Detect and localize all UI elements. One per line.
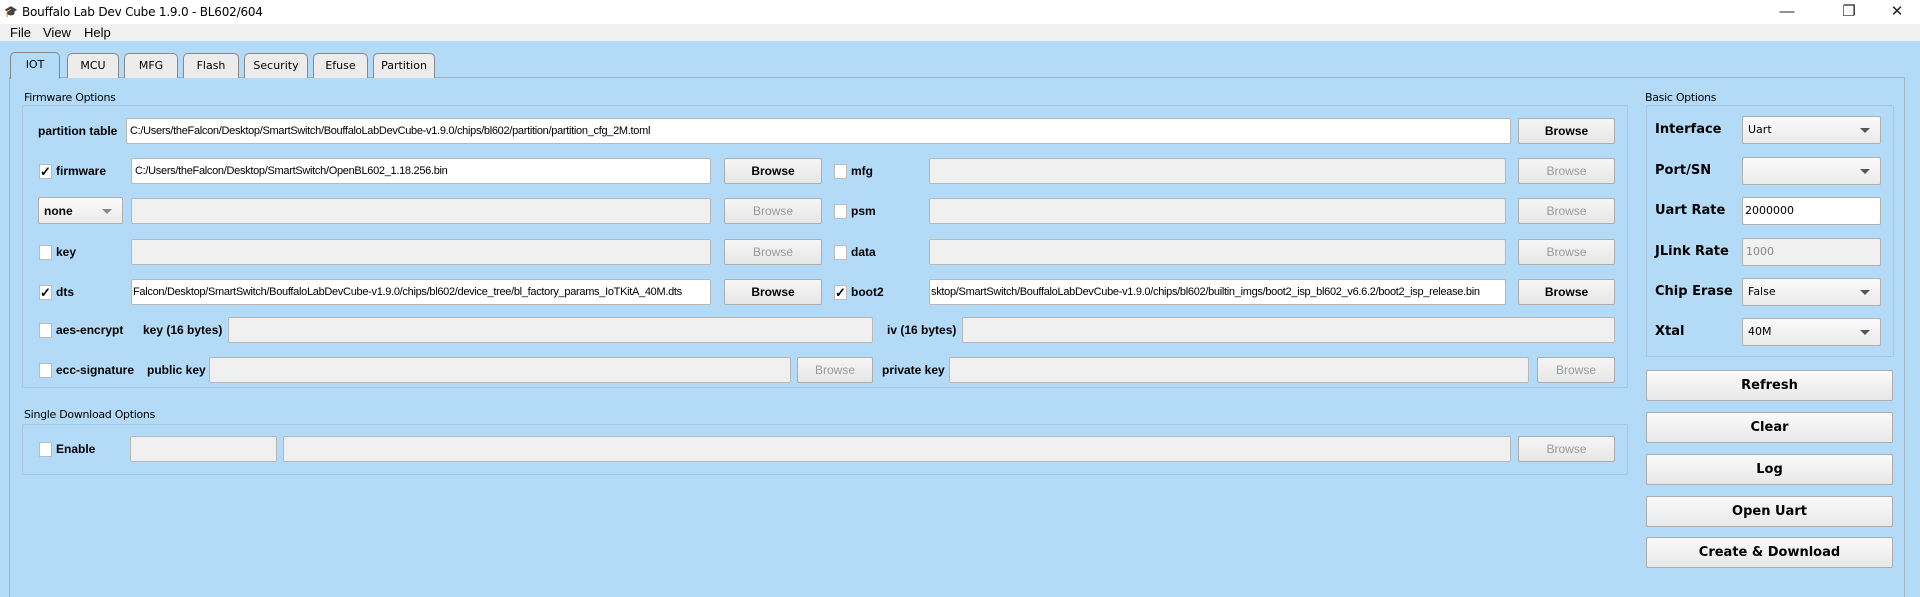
- public-key-input[interactable]: [209, 357, 791, 383]
- chip-erase-value: False: [1748, 285, 1776, 298]
- dts-browse-button[interactable]: Browse: [724, 279, 822, 305]
- single-download-enable-checkbox[interactable]: [39, 442, 52, 457]
- tab-partition[interactable]: Partition: [373, 53, 435, 78]
- public-key-browse-button[interactable]: Browse: [797, 357, 873, 383]
- mfg-browse-button[interactable]: Browse: [1518, 158, 1615, 184]
- tab-efuse[interactable]: Efuse: [313, 53, 368, 78]
- xtal-select[interactable]: 40M: [1742, 318, 1881, 346]
- private-key-browse-button[interactable]: Browse: [1537, 357, 1615, 383]
- psm-checkbox[interactable]: [834, 204, 847, 219]
- aes-key-label: key (16 bytes): [143, 323, 223, 337]
- menu-bar: File View Help: [0, 24, 1920, 41]
- menu-view[interactable]: View: [43, 25, 71, 40]
- aes-iv-input[interactable]: [962, 317, 1615, 343]
- jlink-rate-label: JLink Rate: [1655, 244, 1729, 259]
- interface-value: Uart: [1748, 123, 1772, 136]
- firmware-label: firmware: [56, 164, 107, 178]
- mfg-input[interactable]: [929, 158, 1506, 184]
- port-label: Port/SN: [1655, 163, 1712, 178]
- chevron-down-icon: [102, 209, 112, 214]
- tab-mcu[interactable]: MCU: [67, 53, 119, 78]
- single-download-browse-button[interactable]: Browse: [1518, 436, 1615, 462]
- encrypt-browse-button[interactable]: Browse: [724, 198, 822, 224]
- create-download-button[interactable]: Create & Download: [1646, 537, 1893, 568]
- chevron-down-icon: [1860, 330, 1870, 335]
- graduation-cap-icon: 🎓: [4, 6, 18, 18]
- single-download-address-input[interactable]: [130, 436, 277, 462]
- dts-input[interactable]: Falcon/Desktop/SmartSwitch/BouffaloLabDe…: [131, 279, 711, 305]
- xtal-value: 40M: [1748, 325, 1772, 338]
- refresh-button[interactable]: Refresh: [1646, 370, 1893, 401]
- aes-encrypt-checkbox[interactable]: [39, 323, 52, 338]
- minimize-button[interactable]: —: [1764, 0, 1810, 24]
- jlink-rate-input[interactable]: 1000: [1742, 238, 1881, 266]
- key-input[interactable]: [131, 239, 711, 265]
- firmware-browse-button[interactable]: Browse: [724, 158, 822, 184]
- window-title: Bouffalo Lab Dev Cube 1.9.0 - BL602/604: [22, 5, 263, 19]
- chip-erase-label: Chip Erase: [1655, 284, 1733, 299]
- private-key-label: private key: [882, 363, 945, 377]
- mfg-label: mfg: [851, 164, 873, 178]
- key-checkbox[interactable]: [39, 245, 52, 260]
- mfg-checkbox[interactable]: [834, 164, 847, 179]
- port-select[interactable]: [1742, 157, 1881, 185]
- open-uart-button[interactable]: Open Uart: [1646, 496, 1893, 527]
- tab-security[interactable]: Security: [244, 53, 308, 78]
- public-key-label: public key: [147, 363, 206, 377]
- key-browse-button[interactable]: Browse: [724, 239, 822, 265]
- restore-button[interactable]: ❐: [1826, 0, 1872, 24]
- firmware-options-title: Firmware Options: [24, 91, 116, 104]
- chevron-down-icon: [1860, 128, 1870, 133]
- boot2-checkbox[interactable]: ✓: [834, 285, 847, 300]
- encrypt-file-input[interactable]: [131, 198, 711, 224]
- interface-select[interactable]: Uart: [1742, 116, 1881, 144]
- data-checkbox[interactable]: [834, 245, 847, 260]
- private-key-input[interactable]: [949, 357, 1529, 383]
- tab-mfg[interactable]: MFG: [124, 53, 178, 78]
- boot2-input[interactable]: sktop/SmartSwitch/BouffaloLabDevCube-v1.…: [929, 279, 1506, 305]
- menu-help[interactable]: Help: [84, 25, 111, 40]
- firmware-input[interactable]: C:/Users/theFalcon/Desktop/SmartSwitch/O…: [131, 158, 711, 184]
- firmware-checkbox[interactable]: ✓: [39, 164, 52, 179]
- partition-table-input[interactable]: C:/Users/theFalcon/Desktop/SmartSwitch/B…: [126, 118, 1511, 144]
- boot2-label: boot2: [851, 285, 884, 299]
- chevron-down-icon: [1860, 169, 1870, 174]
- dts-label: dts: [56, 285, 74, 299]
- data-label: data: [851, 245, 876, 259]
- encrypt-type-select[interactable]: none: [38, 197, 123, 224]
- aes-iv-label: iv (16 bytes): [887, 323, 957, 337]
- single-download-file-input[interactable]: [283, 436, 1511, 462]
- clear-button[interactable]: Clear: [1646, 412, 1893, 443]
- menu-file[interactable]: File: [10, 25, 31, 40]
- aes-encrypt-label: aes-encrypt: [56, 323, 124, 337]
- interface-label: Interface: [1655, 122, 1722, 137]
- psm-input[interactable]: [929, 198, 1506, 224]
- uart-rate-label: Uart Rate: [1655, 203, 1726, 218]
- single-download-title: Single Download Options: [24, 408, 156, 421]
- aes-key-input[interactable]: [228, 317, 873, 343]
- chevron-down-icon: [1860, 290, 1870, 295]
- chip-erase-select[interactable]: False: [1742, 278, 1881, 306]
- psm-browse-button[interactable]: Browse: [1518, 198, 1615, 224]
- single-download-enable-label: Enable: [56, 442, 96, 456]
- data-input[interactable]: [929, 239, 1506, 265]
- boot2-browse-button[interactable]: Browse: [1518, 279, 1615, 305]
- data-browse-button[interactable]: Browse: [1518, 239, 1615, 265]
- partition-table-browse-button[interactable]: Browse: [1518, 118, 1615, 144]
- partition-table-label: partition table: [38, 124, 118, 138]
- encrypt-type-value: none: [44, 204, 73, 218]
- xtal-label: Xtal: [1655, 324, 1685, 339]
- tab-iot[interactable]: IOT: [10, 52, 60, 79]
- dts-checkbox[interactable]: ✓: [39, 285, 52, 300]
- uart-rate-input[interactable]: 2000000: [1742, 197, 1881, 225]
- title-bar: 🎓 Bouffalo Lab Dev Cube 1.9.0 - BL602/60…: [0, 0, 1920, 24]
- close-button[interactable]: ✕: [1874, 0, 1920, 24]
- key-label: key: [56, 245, 77, 259]
- log-button[interactable]: Log: [1646, 454, 1893, 485]
- psm-label: psm: [851, 204, 876, 218]
- ecc-signature-label: ecc-signature: [56, 363, 135, 377]
- tab-flash[interactable]: Flash: [183, 53, 239, 78]
- ecc-signature-checkbox[interactable]: [39, 363, 52, 378]
- basic-options-title: Basic Options: [1645, 91, 1717, 104]
